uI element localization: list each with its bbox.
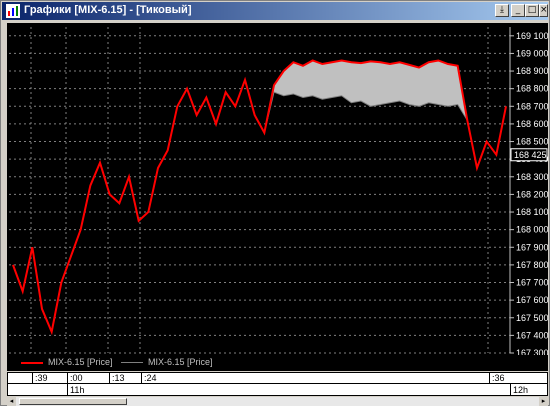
time-axis[interactable]: :39 :00 :13 :24 :36 11h 12h <box>7 372 548 396</box>
time-label: :39 <box>35 373 48 383</box>
time-axis-hours: 11h 12h <box>8 384 547 395</box>
scrollbar-thumb[interactable] <box>19 398 127 405</box>
legend-label: MIX-6.15 [Price] <box>48 357 113 367</box>
time-label: :24 <box>144 373 157 383</box>
chart-app-icon <box>6 4 20 18</box>
time-axis-minutes: :39 :00 :13 :24 :36 <box>8 373 547 384</box>
hour-label: 12h <box>513 385 529 395</box>
pin-button[interactable]: ⤓ <box>495 4 509 17</box>
chart-canvas[interactable]: 169 100 169 000 168 900 168 800 168 700 168 6… <box>7 23 548 355</box>
window-title: Графики [MIX-6.15] - [Тиковый] <box>24 4 192 16</box>
horizontal-scrollbar[interactable]: ◂ ▸ <box>7 397 548 406</box>
y-tick-label: 167 600 <box>516 295 548 305</box>
hour-label: 11h <box>70 385 85 395</box>
scroll-left-arrow-icon[interactable]: ◂ <box>7 397 16 406</box>
chart-window: Графики [MIX-6.15] - [Тиковый] ⤓ _ □ × 1… <box>0 0 550 406</box>
time-label: :00 <box>70 373 83 383</box>
legend-item-gray: MIX-6.15 [Price] <box>121 357 213 369</box>
y-tick-label: 169 000 <box>516 48 548 58</box>
y-tick-label: 167 900 <box>516 242 548 252</box>
y-tick-label: 167 300 <box>516 348 548 355</box>
time-tick <box>141 373 142 384</box>
legend-swatch-gray <box>121 362 143 364</box>
time-tick <box>67 373 68 384</box>
y-tick-label: 168 500 <box>516 137 548 147</box>
y-tick-label: 168 600 <box>516 119 548 129</box>
maximize-button[interactable]: □ <box>525 4 539 17</box>
y-tick-label: 168 900 <box>516 66 548 76</box>
title-bar[interactable]: Графики [MIX-6.15] - [Тиковый] ⤓ _ □ × <box>2 2 548 20</box>
legend-item-red: MIX-6.15 [Price] <box>21 357 113 369</box>
close-button[interactable]: × <box>539 4 548 17</box>
time-tick <box>510 384 511 395</box>
legend-swatch-red <box>21 361 43 364</box>
price-range-band <box>13 60 506 332</box>
price-chart[interactable]: 169 100 169 000 168 900 168 800 168 700 168 6… <box>7 23 548 355</box>
time-tick <box>32 373 33 384</box>
y-tick-label: 167 800 <box>516 260 548 270</box>
series-line-gray <box>12 78 507 334</box>
minimize-button[interactable]: _ <box>511 4 525 17</box>
y-tick-label: 168 300 <box>516 172 548 182</box>
y-tick-label: 167 500 <box>516 313 548 323</box>
current-price-label: 168 425 <box>514 150 547 160</box>
y-tick-label: 168 000 <box>516 225 548 235</box>
time-label: :13 <box>112 373 125 383</box>
y-tick-label: 168 100 <box>516 207 548 217</box>
scroll-right-arrow-icon[interactable]: ▸ <box>539 397 548 406</box>
time-tick <box>67 384 68 395</box>
time-tick <box>109 373 110 384</box>
y-tick-label: 168 700 <box>516 101 548 111</box>
time-label: :36 <box>492 373 505 383</box>
y-tick-label: 167 700 <box>516 278 548 288</box>
y-tick-label: 167 400 <box>516 330 548 340</box>
y-tick-label: 168 800 <box>516 84 548 94</box>
y-tick-label: 169 100 <box>516 31 548 41</box>
y-tick-label: 168 200 <box>516 189 548 199</box>
legend-label: MIX-6.15 [Price] <box>148 357 213 367</box>
time-tick <box>489 373 490 384</box>
chart-legend: MIX-6.15 [Price] MIX-6.15 [Price] <box>7 355 548 371</box>
